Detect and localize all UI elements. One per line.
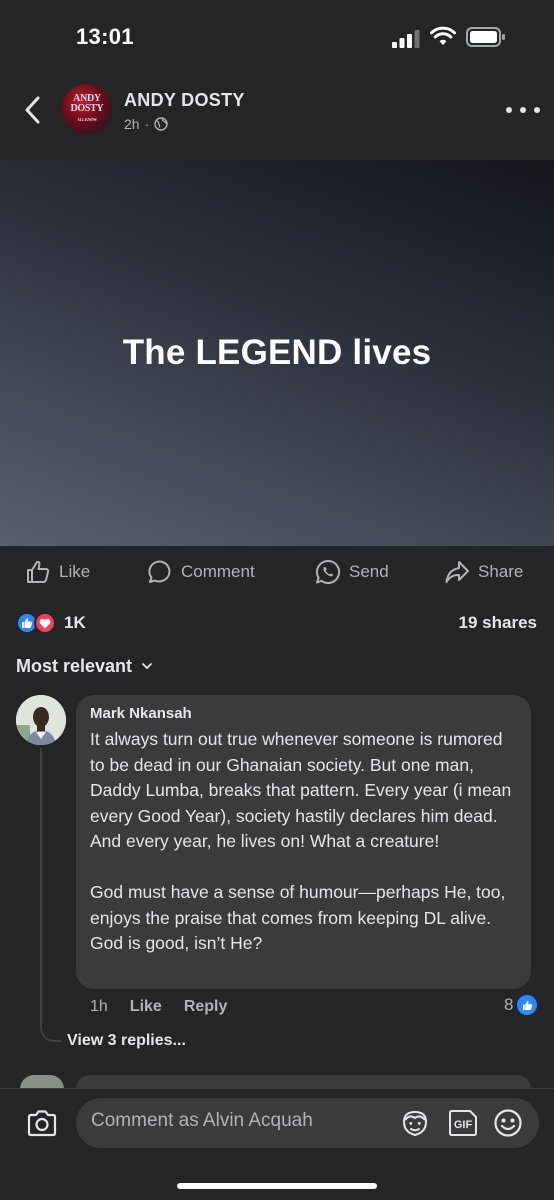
emoji-icon[interactable] xyxy=(493,1108,523,1138)
page-avatar-logo: ANDY DOSTY ALL KNOW xyxy=(70,92,104,122)
wifi-icon xyxy=(430,26,456,45)
comment-sort-dropdown[interactable]: Most relevant xyxy=(16,656,152,677)
sort-label: Most relevant xyxy=(16,656,133,676)
post-meta: 2h · xyxy=(124,116,168,132)
comment-reaction-count[interactable]: 8 xyxy=(504,995,538,1015)
like-label: Like xyxy=(59,562,91,581)
gif-label: GIF xyxy=(454,1119,473,1131)
send-label: Send xyxy=(349,562,389,581)
page-avatar[interactable]: ANDY DOSTY ALL KNOW xyxy=(62,84,112,134)
comment-button[interactable]: Comment xyxy=(147,556,255,588)
reactions-summary[interactable]: 1K xyxy=(16,612,86,634)
camera-icon[interactable] xyxy=(26,1108,58,1138)
like-button[interactable]: Like xyxy=(25,556,90,588)
comment-meta: 1h Like Reply xyxy=(90,998,227,1016)
share-button[interactable]: Share xyxy=(444,556,523,588)
like-reaction-icon xyxy=(517,995,538,1015)
meta-separator: · xyxy=(144,116,150,132)
battery-icon xyxy=(466,27,505,47)
whatsapp-icon xyxy=(315,559,341,584)
status-time: 13:01 xyxy=(76,24,134,49)
gif-icon: GIF xyxy=(449,1110,477,1136)
reaction-count: 1K xyxy=(64,613,86,632)
thumbs-up-icon xyxy=(27,560,50,583)
comment-text: It always turn out true whenever someone… xyxy=(90,729,512,953)
view-replies-link[interactable]: View 3 replies... xyxy=(67,1032,186,1050)
more-dot-icon xyxy=(506,107,512,113)
comment-like-button[interactable]: Like xyxy=(130,998,162,1016)
share-label: Share xyxy=(478,562,524,581)
comment-input-placeholder: Comment as Alvin Acquah xyxy=(91,1110,313,1131)
more-dot-icon xyxy=(520,107,526,113)
chevron-down-icon xyxy=(142,663,152,670)
comment-time: 1h xyxy=(90,998,108,1015)
comment-like-count: 8 xyxy=(504,995,514,1014)
post-text: The LEGEND lives xyxy=(122,333,432,372)
reply-thread-line xyxy=(40,748,42,1018)
reaction-icons xyxy=(16,612,56,634)
comment-author[interactable]: Mark Nkansah xyxy=(90,705,192,722)
comment-label: Comment xyxy=(181,562,255,581)
reply-thread-curve xyxy=(40,1000,62,1042)
commenter-avatar[interactable] xyxy=(16,695,66,745)
next-commenter-avatar[interactable] xyxy=(20,1075,64,1089)
comment-reply-button[interactable]: Reply xyxy=(184,998,228,1016)
love-reaction-icon xyxy=(34,612,56,634)
avatar-sticker-icon[interactable] xyxy=(400,1108,430,1138)
next-comment-bubble xyxy=(76,1075,531,1089)
page-name[interactable]: ANDY DOSTY xyxy=(124,90,245,111)
globe-icon xyxy=(154,117,168,131)
chevron-left-icon xyxy=(25,96,40,124)
more-options-button[interactable] xyxy=(506,100,540,120)
comment-bubble-icon xyxy=(148,560,171,583)
more-dot-icon xyxy=(534,107,540,113)
cellular-signal-icon xyxy=(392,30,420,48)
person-photo xyxy=(16,695,66,745)
share-arrow-icon xyxy=(445,561,469,583)
share-count[interactable]: 19 shares xyxy=(459,613,537,633)
back-button[interactable] xyxy=(16,92,48,128)
gif-button[interactable]: GIF xyxy=(448,1109,478,1137)
post-time: 2h xyxy=(124,116,140,132)
home-indicator xyxy=(177,1183,377,1189)
send-button[interactable]: Send xyxy=(315,556,389,588)
